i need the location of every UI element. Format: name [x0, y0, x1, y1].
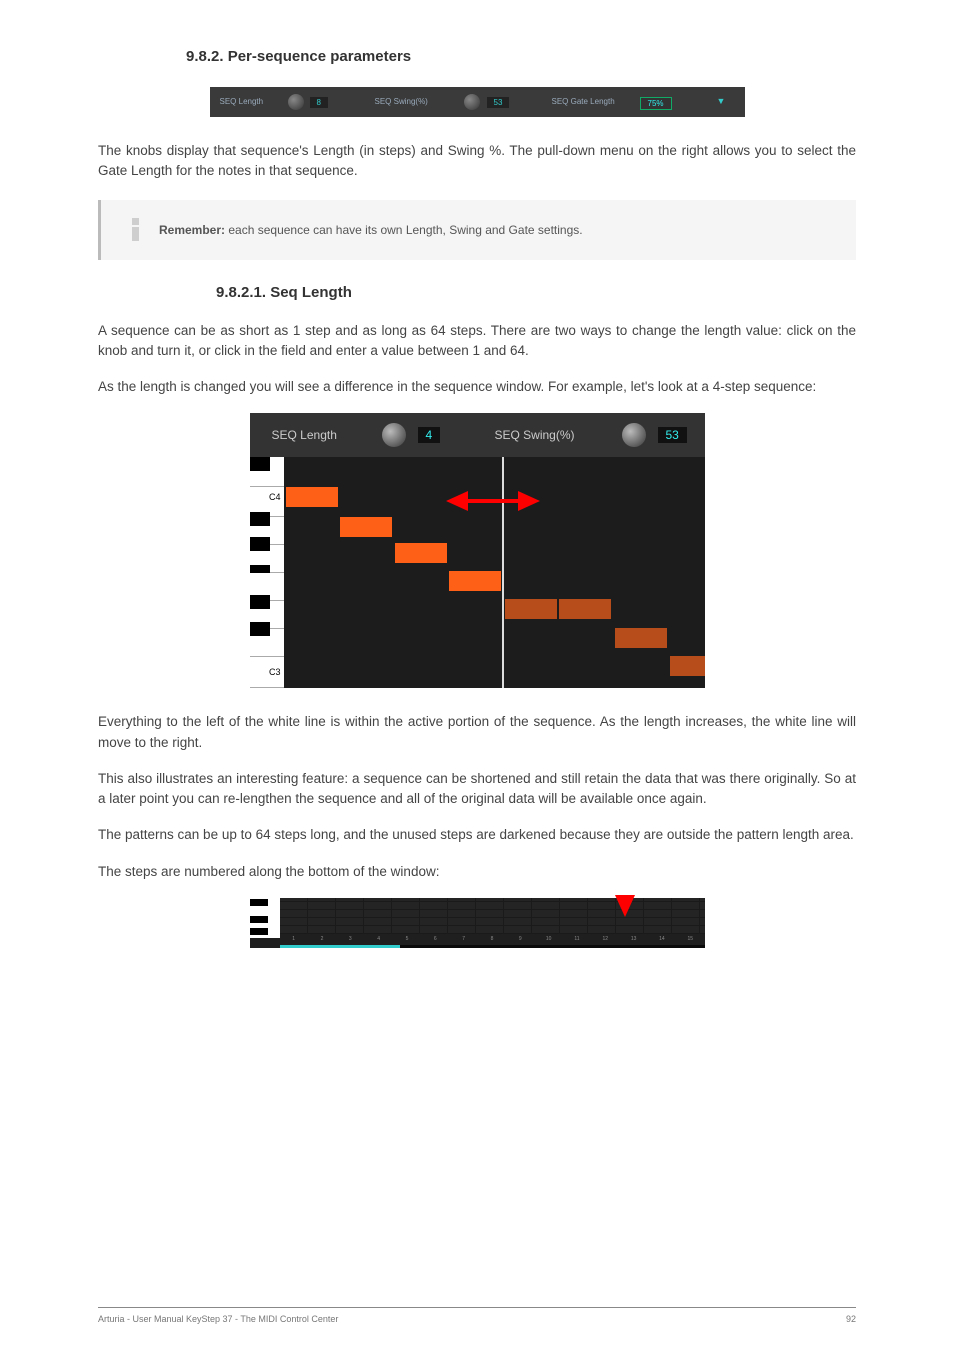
body-text: The patterns can be up to 64 steps long,…	[98, 825, 856, 845]
arrow-right-icon	[518, 491, 540, 511]
step-number: 1	[280, 936, 308, 944]
body-text: This also illustrates an interesting fea…	[98, 769, 856, 810]
footer-right: 92	[846, 1314, 856, 1324]
heading-982: 9.8.2. Per-sequence parameters	[186, 48, 856, 65]
step-numbers-bar: 123456789101112131415	[250, 898, 705, 948]
per-sequence-params-bar: SEQ Length 8 SEQ Swing(%) 53 SEQ Gate Le…	[210, 87, 745, 117]
step-number: 10	[534, 936, 562, 944]
step-numbers: 123456789101112131415	[280, 936, 705, 944]
seq-swing-value[interactable]: 53	[658, 427, 687, 443]
step-number: 2	[308, 936, 336, 944]
info-icon	[123, 218, 147, 242]
step-number: 8	[478, 936, 506, 944]
seq-gate-label: SEQ Gate Length	[552, 97, 615, 106]
key-label-c4: C4	[269, 492, 281, 502]
piano-keys: C4 C3	[250, 457, 284, 688]
arrow-shaft	[468, 499, 518, 503]
step-number: 14	[648, 936, 676, 944]
seq-length-label: SEQ Length	[220, 97, 264, 106]
step-number: 15	[676, 936, 704, 944]
footer-left: Arturia - User Manual KeyStep 37 - The M…	[98, 1314, 338, 1324]
step-number: 5	[393, 936, 421, 944]
note-block-inactive	[505, 599, 557, 619]
body-text: As the length is changed you will see a …	[98, 377, 856, 397]
step-number: 7	[449, 936, 477, 944]
step-number: 9	[506, 936, 534, 944]
step-number: 3	[336, 936, 364, 944]
key-label-c3: C3	[269, 667, 281, 677]
note-block	[449, 571, 501, 591]
step-number: 13	[619, 936, 647, 944]
heading-9821: 9.8.2.1. Seq Length	[216, 284, 856, 301]
seq-swing-label: SEQ Swing(%)	[375, 97, 428, 106]
step-number: 6	[421, 936, 449, 944]
note-block-inactive	[615, 628, 667, 648]
step-number: 4	[364, 936, 392, 944]
piano-keys-small	[250, 898, 280, 938]
chevron-down-icon[interactable]: ▼	[717, 96, 727, 106]
seq-length-value[interactable]: 4	[418, 427, 441, 443]
seq-swing-knob[interactable]	[622, 423, 646, 447]
page-footer: Arturia - User Manual KeyStep 37 - The M…	[0, 1307, 954, 1324]
remember-callout: Remember: each sequence can have its own…	[98, 200, 856, 260]
seq-swing-label: SEQ Swing(%)	[495, 428, 575, 442]
seq-length-value[interactable]: 8	[310, 97, 328, 108]
seq-swing-value[interactable]: 53	[487, 97, 510, 108]
note-block-inactive	[559, 599, 611, 619]
callout-text: Remember: each sequence can have its own…	[159, 223, 583, 237]
note-block	[395, 543, 447, 563]
note-block-inactive	[670, 656, 705, 676]
seq-length-knob[interactable]	[382, 423, 406, 447]
active-boundary-line	[502, 457, 504, 688]
body-text: The steps are numbered along the bottom …	[98, 862, 856, 882]
note-block	[286, 487, 338, 507]
seq-length-knob[interactable]	[288, 94, 304, 110]
body-text: Everything to the left of the white line…	[98, 712, 856, 753]
arrow-down-icon	[615, 895, 635, 917]
step-number: 11	[563, 936, 591, 944]
body-text: The knobs display that sequence's Length…	[98, 141, 856, 182]
seq-length-label: SEQ Length	[272, 428, 337, 442]
step-number: 12	[591, 936, 619, 944]
seq-gate-value[interactable]: 75%	[640, 97, 672, 110]
arrow-left-icon	[446, 491, 468, 511]
note-block	[340, 517, 392, 537]
seq-length-example: SEQ Length 4 SEQ Swing(%) 53 C4 C3	[250, 413, 705, 688]
scrollbar-thumb[interactable]	[280, 945, 400, 948]
body-text: A sequence can be as short as 1 step and…	[98, 321, 856, 362]
seq-swing-knob[interactable]	[464, 94, 480, 110]
